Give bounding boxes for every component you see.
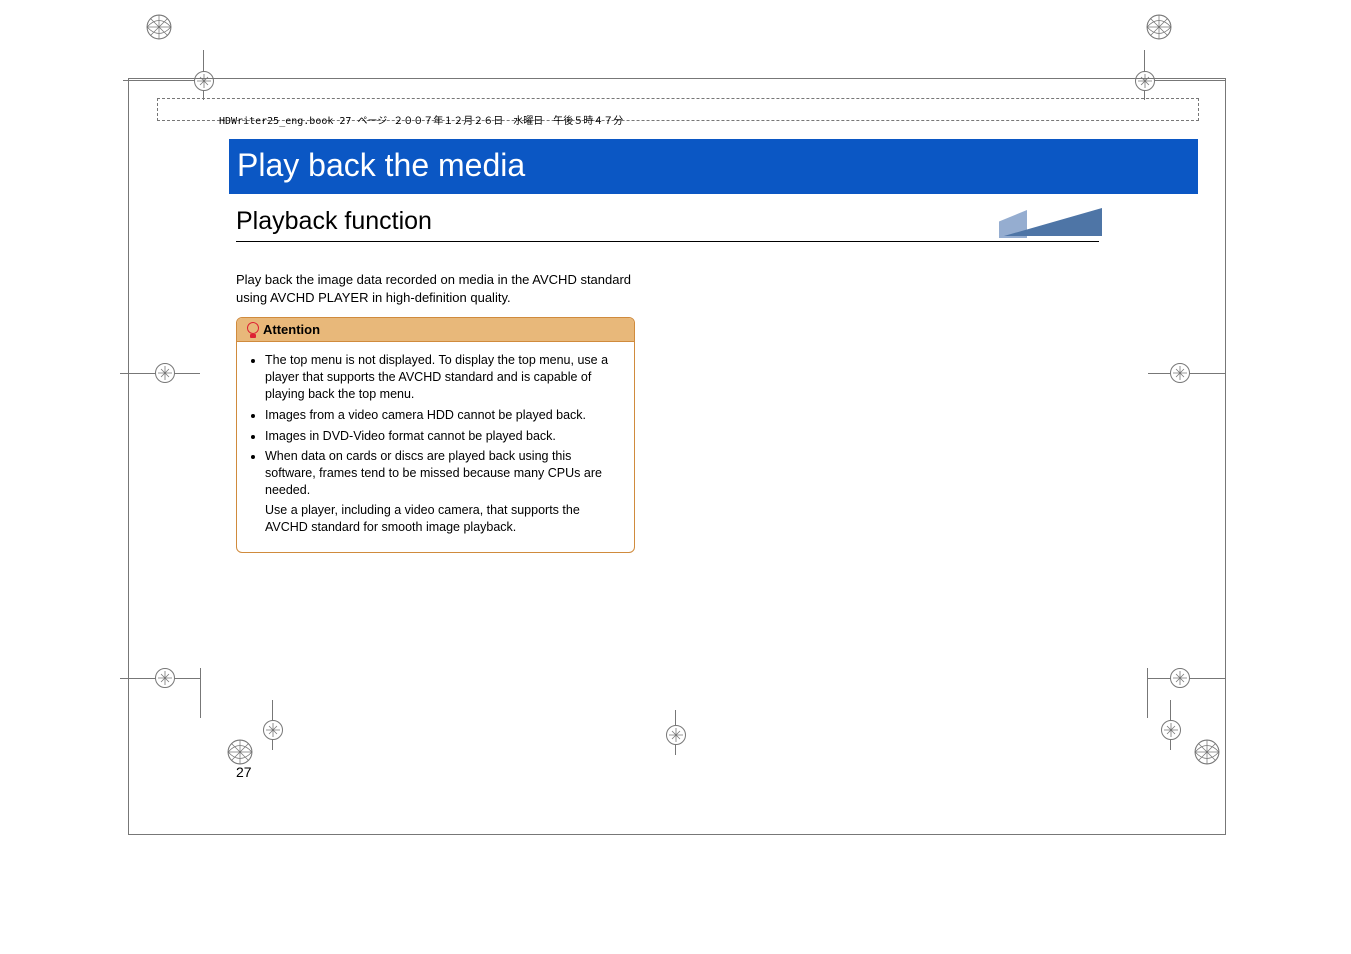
- intro-paragraph: Play back the image data recorded on med…: [236, 271, 636, 306]
- attention-header: Attention: [237, 318, 634, 342]
- registration-globe: [146, 14, 172, 40]
- page-number: 27: [236, 764, 252, 780]
- attention-item: When data on cards or discs are played b…: [265, 448, 622, 535]
- page-frame: HDWriter25_eng.book 27 ページ ２００７年１２月２６日 水…: [128, 78, 1226, 835]
- header-meta-text: HDWriter25_eng.book 27 ページ ２００７年１２月２６日 水…: [219, 112, 623, 127]
- attention-box: Attention The top menu is not displayed.…: [236, 317, 635, 553]
- chapter-header: Play back the media: [229, 139, 1198, 194]
- chapter-title: Play back the media: [237, 147, 525, 183]
- attention-item: The top menu is not displayed. To displa…: [265, 352, 622, 403]
- attention-item: Images in DVD-Video format cannot be pla…: [265, 428, 622, 445]
- bulb-icon: [247, 323, 258, 337]
- attention-item-text: When data on cards or discs are played b…: [265, 449, 602, 497]
- attention-body: The top menu is not displayed. To displa…: [237, 342, 634, 552]
- registration-globe: [1146, 14, 1172, 40]
- section-title: Playback function: [236, 207, 432, 236]
- attention-item: Images from a video camera HDD cannot be…: [265, 407, 622, 424]
- decorative-corner: [999, 208, 1114, 238]
- attention-label: Attention: [263, 322, 320, 337]
- section-underline: [236, 241, 1099, 242]
- attention-continuation: Use a player, including a video camera, …: [265, 502, 622, 536]
